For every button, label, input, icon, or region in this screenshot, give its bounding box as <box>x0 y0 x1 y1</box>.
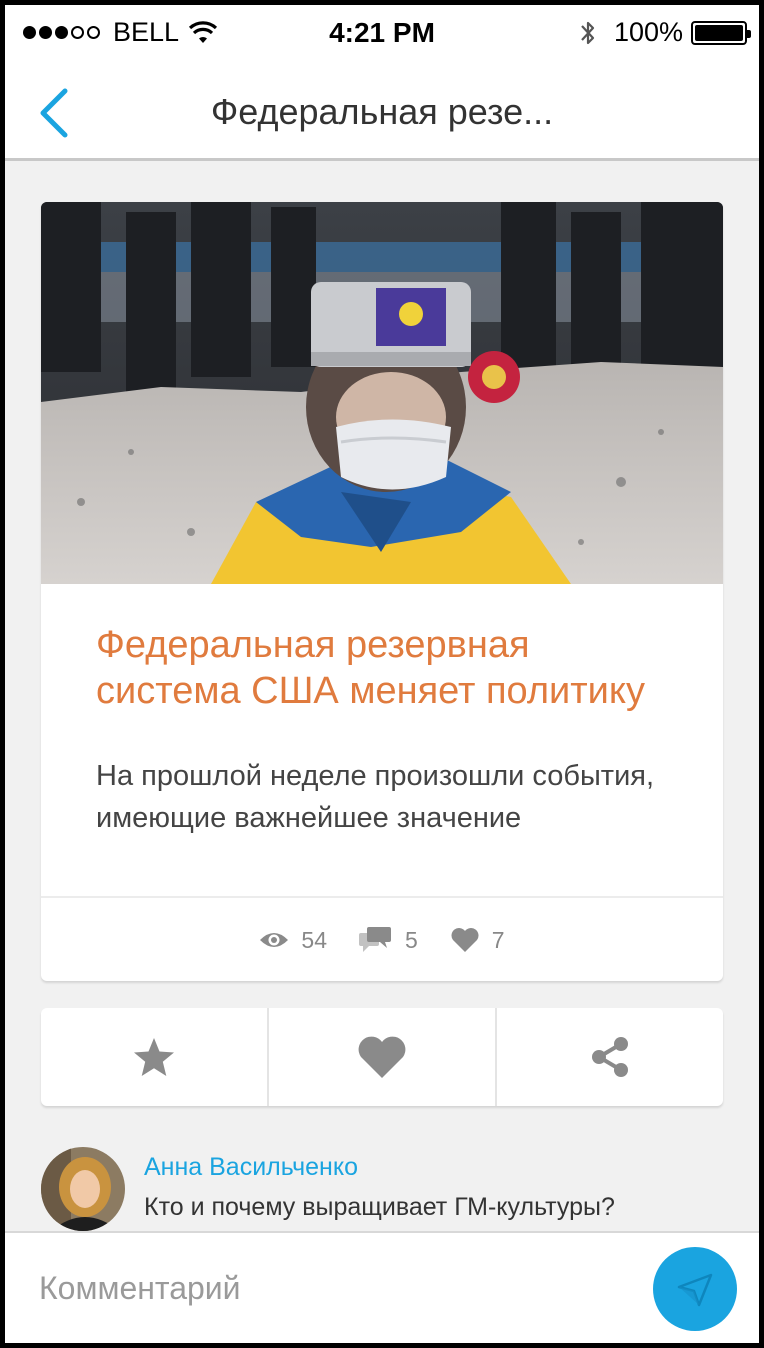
avatar[interactable] <box>41 1147 125 1231</box>
status-right: 100% <box>578 17 751 48</box>
comment-text: Кто и почему выращивает ГМ-культуры? <box>144 1193 615 1221</box>
article-photo <box>41 202 723 584</box>
comment-author[interactable]: Анна Васильченко <box>144 1153 358 1182</box>
send-icon <box>677 1273 713 1307</box>
article-lead: На прошлой неделе произошли события, име… <box>96 760 655 834</box>
comments-count: 5 <box>405 926 418 953</box>
card-divider <box>41 896 723 898</box>
navigation-bar: Федеральная резе... <box>5 59 759 161</box>
views-count: 54 <box>301 926 327 953</box>
share-icon <box>592 1037 628 1077</box>
comment-input[interactable] <box>39 1263 599 1313</box>
views-stat: 54 <box>259 927 327 954</box>
comment-input-bar <box>5 1231 759 1343</box>
screen: BELL 4:21 PM 100% Федеральная резе... Фе… <box>5 5 759 1343</box>
article-card[interactable]: Федеральная резервная система США меняет… <box>41 202 723 981</box>
battery-percent: 100% <box>613 17 683 47</box>
comments-icon <box>359 927 391 952</box>
battery-fill <box>695 24 743 41</box>
favorite-button[interactable] <box>41 1008 267 1106</box>
comment-item: Анна Васильченко Кто и почему выращивает… <box>41 1145 723 1231</box>
likes-count: 7 <box>491 926 505 953</box>
star-icon <box>134 1038 174 1076</box>
status-bar: BELL 4:21 PM 100% <box>5 5 759 59</box>
send-button[interactable] <box>653 1247 737 1331</box>
device-frame: BELL 4:21 PM 100% Федеральная резе... Фе… <box>0 0 764 1348</box>
bluetooth-icon <box>581 21 595 44</box>
heart-icon <box>358 1036 406 1078</box>
battery-icon <box>691 20 751 45</box>
like-button[interactable] <box>267 1008 495 1106</box>
likes-stat: 7 <box>450 927 505 954</box>
page-title: Федеральная резе... <box>210 91 554 132</box>
share-button[interactable] <box>495 1008 723 1106</box>
heart-icon <box>451 928 479 952</box>
eye-icon <box>260 933 289 947</box>
article-stats: 54 5 7 <box>41 922 723 958</box>
action-bar <box>41 1008 723 1106</box>
article-title[interactable]: Федеральная резервная система США меняет… <box>96 622 676 714</box>
comments-stat: 5 <box>359 927 418 954</box>
